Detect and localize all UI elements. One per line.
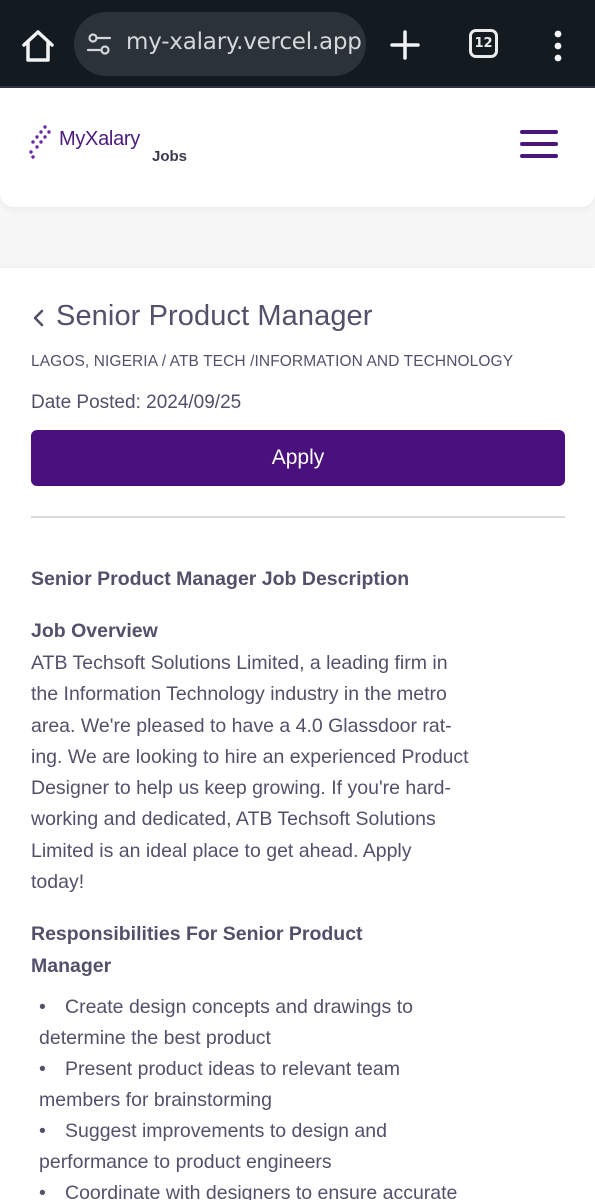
list-item-continuation: performance to product engineers — [39, 1147, 559, 1178]
date-posted: Date Posted: 2024/09/25 — [31, 392, 242, 413]
url-text[interactable]: my-xalary.vercel.app — [126, 29, 362, 55]
divider — [31, 516, 565, 518]
list-item: • Create design concepts and drawings to — [39, 992, 559, 1023]
list-item: • Present product ideas to relevant team — [39, 1054, 559, 1085]
site-settings-icon[interactable] — [86, 32, 112, 56]
overview-heading: Job Overview — [31, 620, 158, 642]
list-item-text: determine the best product — [39, 1027, 271, 1049]
list-item: • Coordinate with designers to ensure acc… — [39, 1178, 559, 1200]
page-title: Senior Product Manager — [56, 300, 373, 332]
bullet: • — [39, 1058, 46, 1080]
job-detail-card: Senior Product Manager LAGOS, NIGERIA / … — [0, 268, 595, 1200]
description-heading: Senior Product Manager Job Description — [31, 568, 410, 590]
menu-icon[interactable] — [520, 130, 558, 160]
job-location: LAGOS, NIGERIA / ATB TECH /INFORMATION A… — [31, 353, 514, 370]
bullet: • — [39, 996, 46, 1018]
list-item-text: Present product ideas to relevant team — [65, 1058, 400, 1080]
responsibilities-heading-line: Manager — [31, 955, 112, 977]
site-header: MyXalary Jobs — [0, 88, 595, 207]
overview-line: ATB Techsoft Solutions Limited, a leadin… — [31, 652, 448, 674]
bullet: • — [39, 1182, 46, 1200]
list-item: • Suggest improvements to design and — [39, 1116, 559, 1147]
overview-line: the Information Technology industry in t… — [31, 683, 447, 706]
list-item-continuation: determine the best product — [39, 1023, 559, 1054]
logo[interactable]: MyXalary Jobs — [28, 124, 208, 174]
overview-line: area. We're pleased to have a 4.0 Glassd… — [31, 714, 452, 737]
overview-line: Designer to help us keep growing. If you… — [31, 777, 451, 800]
list-item-continuation: members for brainstorming — [39, 1085, 559, 1116]
responsibilities-heading-line: Responsibilities For Senior Product — [31, 923, 363, 945]
list-item-text: performance to product engineers — [39, 1151, 332, 1173]
new-tab-icon[interactable] — [384, 24, 426, 66]
overview-line: Limited is an ideal place to get ahead. … — [31, 839, 412, 862]
logo-subtitle: Jobs — [152, 148, 188, 165]
list-item-text: Create design concepts and drawings to — [65, 996, 413, 1018]
list-item-text: members for brainstorming — [39, 1089, 272, 1111]
list-item-text: Suggest improvements to design and — [65, 1120, 387, 1142]
address-bar[interactable]: my-xalary.vercel.app — [74, 12, 366, 76]
bullet: • — [39, 1120, 46, 1142]
overview-line: working and dedicated, ATB Techsoft Solu… — [31, 808, 436, 831]
overview-text: ATB Techsoft Solutions Limited, a leadin… — [31, 648, 521, 898]
chevron-left-icon[interactable] — [31, 306, 47, 330]
tab-switcher-button[interactable]: 12 — [469, 29, 498, 58]
logo-name: MyXalary — [59, 128, 140, 150]
responsibilities-list: • Create design concepts and drawings to … — [39, 992, 559, 1200]
more-vert-icon[interactable] — [545, 26, 571, 66]
home-icon[interactable] — [18, 26, 58, 66]
responsibilities-heading: Responsibilities For Senior Product Mana… — [31, 918, 451, 982]
list-item-text: Coordinate with designers to ensure accu… — [65, 1182, 458, 1200]
apply-button[interactable]: Apply — [31, 430, 565, 486]
browser-toolbar: my-xalary.vercel.app 12 — [0, 0, 595, 88]
overview-line: ing. We are looking to hire an experienc… — [31, 745, 469, 768]
logo-dots-icon — [29, 125, 51, 159]
overview-line: today! — [31, 871, 85, 894]
